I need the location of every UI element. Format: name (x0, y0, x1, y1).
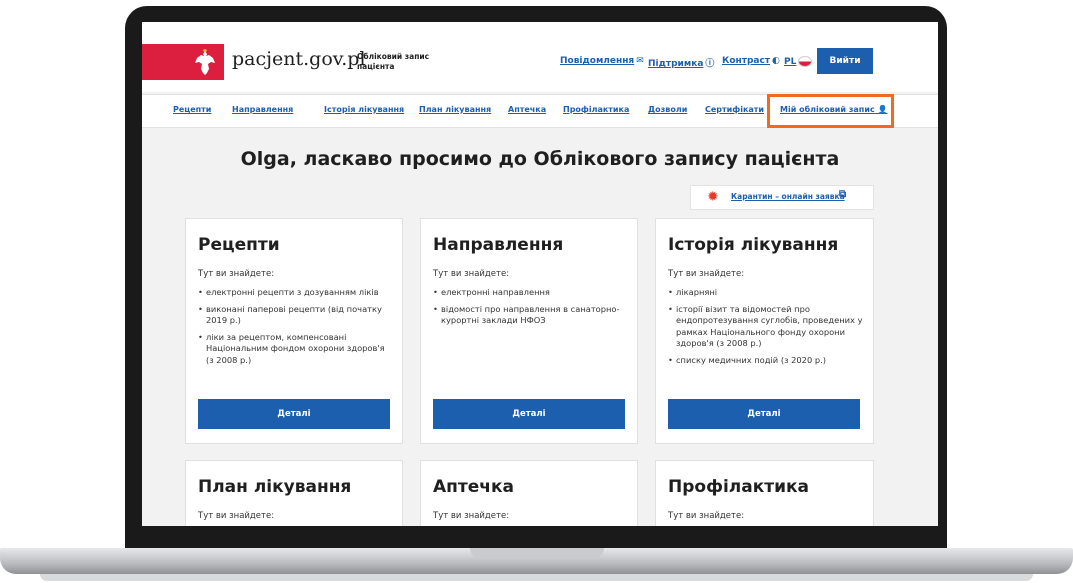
quarantine-link[interactable]: ✹ Карантин – онлайн заявка ⧉ (690, 185, 874, 210)
site-logo-subtitle: Обліковий запис пацієнта (357, 52, 430, 71)
card-intro: Тут ви знайдете: (198, 511, 275, 521)
card-prevention: Профілактика Тут ви знайдете: (655, 460, 874, 526)
card-intro: Тут ви знайдете: (668, 511, 745, 521)
card-list: електронні рецепти з дозуванням ліків ви… (198, 287, 394, 371)
card-title: Профілактика (668, 477, 810, 497)
card-title: Історія лікування (668, 235, 839, 255)
card-treatment-history: Історія лікування Тут ви знайдете: лікар… (655, 218, 874, 444)
nav-item-referrals[interactable]: Направлення (232, 105, 293, 114)
site-logo[interactable]: pacjent.gov.pl (232, 48, 366, 70)
card-title: Направлення (433, 235, 564, 255)
list-item: списку медичних подій (з 2020 р.) (668, 355, 864, 367)
card-intro: Тут ви знайдете: (668, 269, 745, 279)
nav-item-treatment-plan[interactable]: План лікування (419, 105, 491, 114)
list-item: ліки за рецептом, компенсовані Національ… (198, 332, 394, 367)
support-link[interactable]: Підтримка ⓘ (648, 56, 714, 69)
virus-icon: ✹ (707, 189, 719, 205)
card-title: Аптечка (433, 477, 514, 497)
pl-flag-icon (798, 56, 813, 67)
laptop-shadow (40, 574, 1033, 581)
nav-item-certificates[interactable]: Сертифікати (705, 105, 764, 114)
logout-button[interactable]: Вийти (817, 48, 873, 74)
details-button[interactable]: Деталі (433, 399, 625, 429)
card-list: електронні направлення відомості про нап… (433, 287, 629, 332)
card-title: План лікування (198, 477, 352, 497)
notifications-link[interactable]: Повідомлення ✉ (560, 56, 644, 66)
site-header: pacjent.gov.pl Обліковий запис пацієнта … (142, 22, 938, 92)
card-title: Рецепти (198, 235, 280, 255)
nav-item-permissions[interactable]: Дозволи (648, 105, 687, 114)
card-referrals: Направлення Тут ви знайдете: електронні … (420, 218, 638, 444)
contrast-icon: ◐ (772, 56, 780, 66)
list-item: електронні направлення (433, 287, 629, 299)
contrast-link[interactable]: Контраст ◐ (722, 56, 780, 66)
list-item: лікарняні (668, 287, 864, 299)
card-prescriptions: Рецепти Тут ви знайдете: електронні реце… (185, 218, 403, 444)
my-account-highlight (767, 94, 894, 128)
list-item: відомості про направлення в санаторно-ку… (433, 304, 629, 327)
card-pharmacy: Аптечка Тут ви знайдете: (420, 460, 638, 526)
details-button[interactable]: Деталі (198, 399, 390, 429)
page-title: Olga, ласкаво просимо до Облікового запи… (240, 148, 840, 170)
eagle-emblem-icon (195, 49, 215, 75)
question-icon: ⓘ (705, 59, 715, 69)
list-item: історії візит та відомостей про ендопрот… (668, 304, 864, 350)
card-intro: Тут ви знайдете: (433, 511, 510, 521)
details-button[interactable]: Деталі (668, 399, 860, 429)
card-list: лікарняні історії візит та відомостей пр… (668, 287, 864, 371)
laptop-notch (470, 548, 604, 558)
card-intro: Тут ви знайдете: (433, 269, 510, 279)
list-item: електронні рецепти з дозуванням ліків (198, 287, 394, 299)
language-switch[interactable]: PL (784, 56, 813, 67)
nav-item-prevention[interactable]: Профілактика (563, 105, 629, 114)
nav-item-history[interactable]: Історія лікування (324, 105, 404, 114)
external-link-icon: ⧉ (839, 189, 847, 200)
envelope-icon: ✉ (636, 56, 644, 66)
list-item: виконані паперові рецепти (від початку 2… (198, 304, 394, 327)
card-treatment-plan: План лікування Тут ви знайдете: (185, 460, 403, 526)
browser-screen: pacjent.gov.pl Обліковий запис пацієнта … (142, 22, 938, 526)
nav-item-pharmacy[interactable]: Аптечка (508, 105, 546, 114)
nav-item-prescriptions[interactable]: Рецепти (173, 105, 211, 114)
card-intro: Тут ви знайдете: (198, 269, 275, 279)
